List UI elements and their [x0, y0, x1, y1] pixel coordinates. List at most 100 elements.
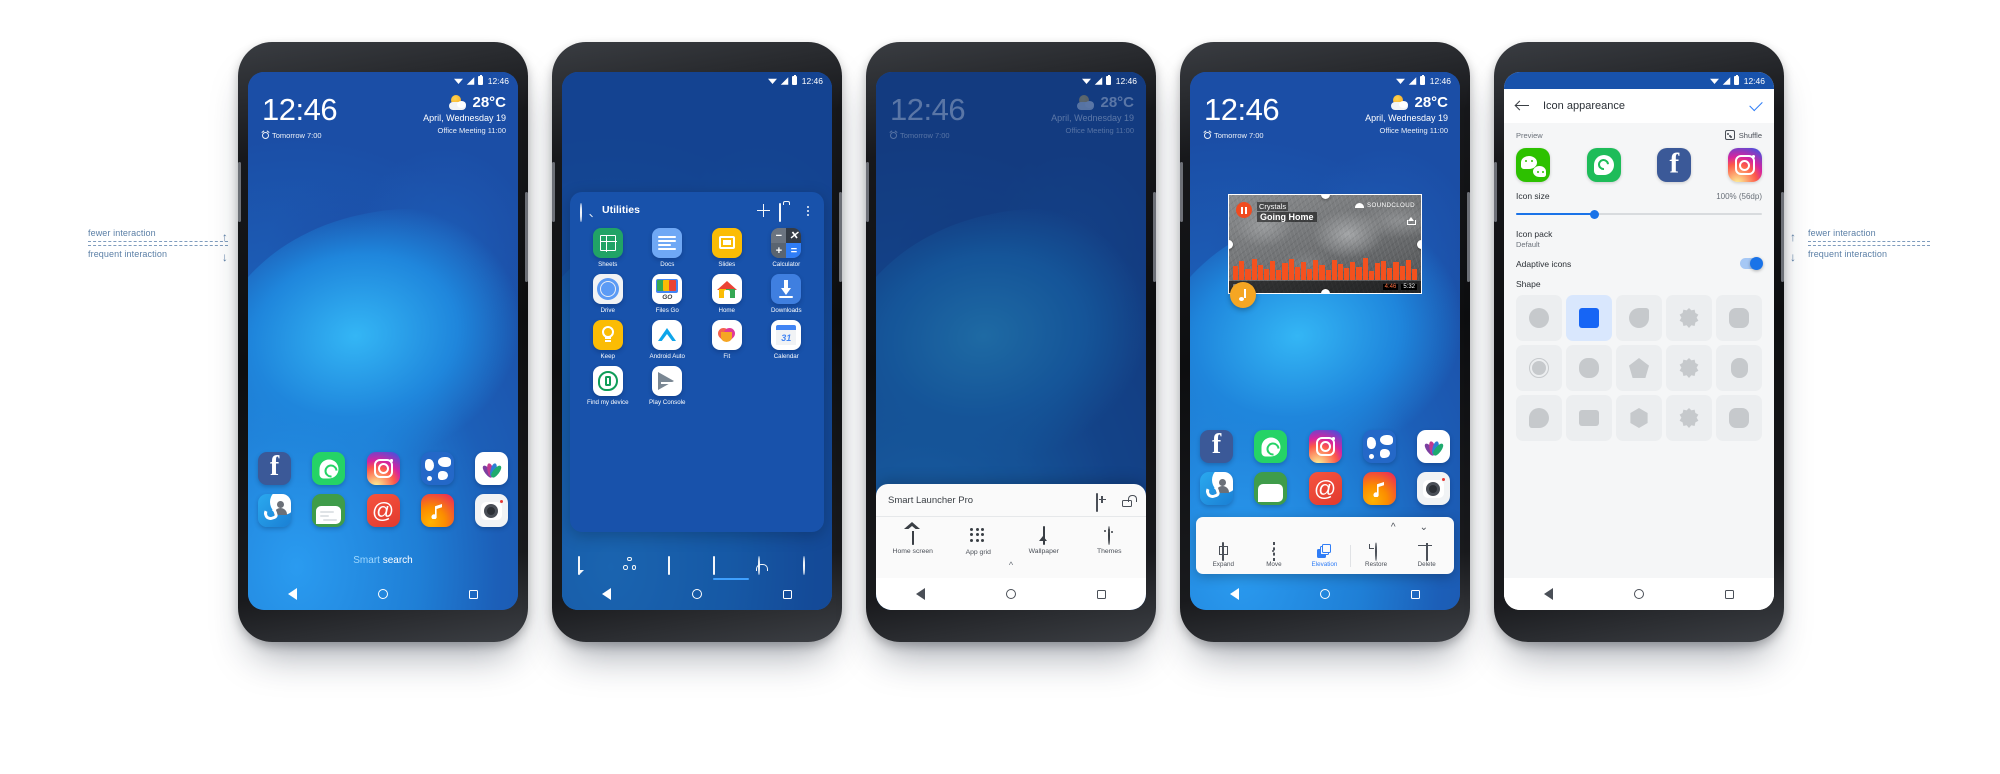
drawer-app-home[interactable]: Home	[699, 274, 755, 314]
app-music[interactable]	[420, 494, 454, 527]
resize-handle-bottom[interactable]	[1320, 289, 1330, 293]
app-contacts[interactable]	[1200, 472, 1233, 505]
unlock-icon[interactable]	[1121, 494, 1137, 507]
edit-action-restore[interactable]: Restore	[1351, 542, 1402, 568]
social-tab-icon[interactable]	[623, 556, 636, 570]
search-icon[interactable]	[580, 202, 593, 222]
recents-icon[interactable]	[782, 589, 792, 599]
app-lotus[interactable]	[475, 452, 508, 485]
drawer-app-docs[interactable]: Docs	[640, 228, 696, 268]
app-music[interactable]	[1362, 472, 1396, 505]
drawer-app-calendar[interactable]: 31 Calendar	[759, 320, 815, 360]
drawer-app-drive[interactable]: Drive	[580, 274, 636, 314]
icon-size-slider[interactable]	[1516, 208, 1762, 220]
app-maps[interactable]	[420, 452, 454, 485]
app-maps[interactable]	[1362, 430, 1396, 463]
chevron-down-icon[interactable]: ⌄	[1420, 523, 1428, 533]
plus-icon[interactable]	[757, 203, 770, 217]
chevron-up-icon[interactable]: ^	[876, 560, 1146, 574]
music-note-icon[interactable]	[1230, 282, 1256, 308]
shape-option-hexagon[interactable]	[1616, 395, 1662, 441]
adaptive-icons-row[interactable]: Adaptive icons	[1504, 257, 1774, 270]
facebook-icon[interactable]	[1657, 148, 1692, 182]
smart-search-bar[interactable]: Smart search	[248, 555, 518, 566]
adaptive-icons-toggle[interactable]	[1740, 257, 1763, 270]
app-facebook[interactable]	[1200, 430, 1233, 463]
personal-tab-icon[interactable]	[758, 555, 771, 575]
clock-weather-widget[interactable]: 12:46 Tomorrow 7:00 28°C April, Wednesda…	[1204, 94, 1448, 140]
drawer-app-fit[interactable]: Fit	[699, 320, 755, 360]
app-whatsapp[interactable]	[1254, 430, 1288, 463]
icon-size-row[interactable]: Icon size 100% (56dp)	[1504, 191, 1774, 201]
app-email[interactable]	[1308, 472, 1342, 505]
app-camera[interactable]	[1417, 472, 1450, 505]
shape-option-ring[interactable]	[1516, 345, 1562, 391]
app-instagram[interactable]	[366, 452, 400, 485]
home-icon[interactable]	[1005, 589, 1016, 599]
drawer-app-keep[interactable]: Keep	[580, 320, 636, 360]
arrow-back-icon[interactable]	[1516, 101, 1529, 112]
app-contacts[interactable]	[258, 494, 291, 527]
communication-tab-icon[interactable]	[578, 555, 591, 575]
app-whatsapp[interactable]	[312, 452, 346, 485]
recents-icon[interactable]	[468, 589, 478, 599]
check-icon[interactable]	[1749, 101, 1762, 111]
edit-action-elevation[interactable]: Elevation	[1299, 543, 1350, 568]
shape-option-circle-2[interactable]	[1516, 395, 1562, 441]
shape-option-rounded-rect[interactable]	[1716, 295, 1762, 341]
back-icon[interactable]	[1544, 588, 1554, 600]
clock-block[interactable]: 12:46 Tomorrow 7:00	[262, 94, 338, 140]
clock-weather-widget[interactable]: 12:46 Tomorrow 7:00 28°C April, Wednesda…	[262, 94, 506, 140]
app-messages[interactable]	[312, 494, 346, 527]
shape-option-teardrop[interactable]	[1616, 295, 1662, 341]
add-box-icon[interactable]	[1096, 492, 1109, 512]
app-email[interactable]	[366, 494, 400, 527]
chevron-up-icon[interactable]: ^	[1391, 523, 1396, 533]
briefcase-icon[interactable]	[779, 202, 792, 222]
shape-option-squircle[interactable]	[1566, 345, 1612, 391]
recents-icon[interactable]	[1724, 589, 1734, 599]
settings-tab-icon[interactable]	[803, 555, 816, 575]
app-instagram[interactable]	[1308, 430, 1342, 463]
overflow-menu-icon[interactable]	[801, 204, 814, 217]
app-messages[interactable]	[1254, 472, 1288, 505]
shape-option-pentagon[interactable]	[1616, 345, 1662, 391]
weather-block[interactable]: 28°C April, Wednesday 19 Office Meeting …	[423, 94, 506, 135]
whatsapp-icon[interactable]	[1586, 148, 1621, 182]
back-icon[interactable]	[916, 588, 926, 600]
drawer-app-files-go[interactable]: GO Files Go	[640, 274, 696, 314]
soundcloud-widget[interactable]: Crystals Going Home SOUNDCLOUD 4:46 5:32	[1228, 194, 1422, 294]
resize-handle-right[interactable]	[1417, 239, 1421, 249]
shape-option-star-burst[interactable]	[1666, 345, 1712, 391]
app-camera[interactable]	[475, 494, 508, 527]
drawer-app-android-auto[interactable]: Android Auto	[640, 320, 696, 360]
home-icon[interactable]	[1633, 589, 1644, 599]
back-icon[interactable]	[1230, 588, 1240, 600]
drawer-app-slides[interactable]: Slides	[699, 228, 755, 268]
shape-option-square[interactable]	[1566, 295, 1612, 341]
games-tab-icon[interactable]	[713, 555, 726, 575]
sheet-item-themes[interactable]: Themes	[1083, 526, 1135, 556]
drawer-app-calculator[interactable]: − ✕ + = Calculator	[759, 228, 815, 268]
drawer-app-find-my-device[interactable]: Find my device	[580, 366, 636, 406]
home-icon[interactable]	[377, 589, 388, 599]
icon-pack-row[interactable]: Icon pack	[1504, 229, 1774, 239]
recents-icon[interactable]	[1410, 589, 1420, 599]
sheet-item-home-screen[interactable]: Home screen	[887, 527, 939, 556]
instagram-icon[interactable]	[1727, 148, 1762, 182]
sheet-item-wallpaper[interactable]: Wallpaper	[1018, 526, 1070, 556]
shuffle-button[interactable]: Shuffle	[1724, 130, 1762, 140]
pause-icon[interactable]	[1236, 202, 1252, 218]
shape-option-circle[interactable]	[1516, 295, 1562, 341]
shape-option-tall-rounded[interactable]	[1716, 345, 1762, 391]
edit-action-move[interactable]: Move	[1249, 542, 1300, 568]
edit-action-delete[interactable]: Delete	[1401, 543, 1452, 568]
share-icon[interactable]	[1407, 217, 1416, 225]
back-icon[interactable]	[602, 588, 612, 600]
drawer-app-sheets[interactable]: Sheets	[580, 228, 636, 268]
shape-option-soft-square[interactable]	[1716, 395, 1762, 441]
back-icon[interactable]	[288, 588, 298, 600]
media-tab-icon[interactable]	[668, 555, 681, 575]
app-lotus[interactable]	[1417, 430, 1450, 463]
shape-option-wide-rect[interactable]	[1566, 395, 1612, 441]
